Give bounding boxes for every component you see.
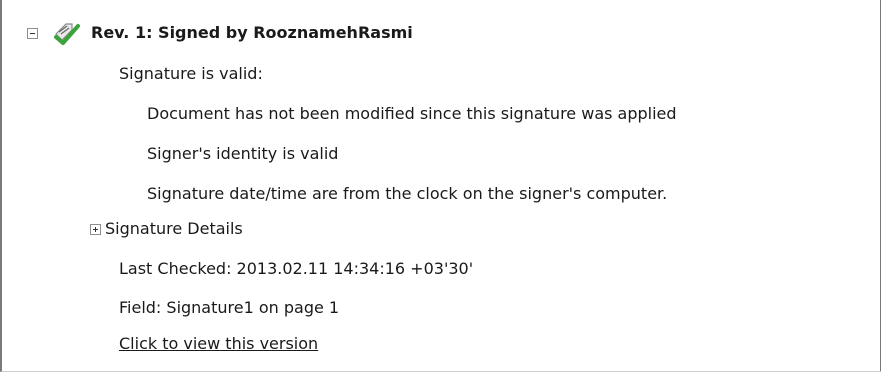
status-detail-identity: Signer's identity is valid (147, 144, 339, 163)
last-checked-text: Last Checked: 2013.02.11 14:34:16 +03'30… (119, 259, 474, 278)
signature-panel: Rev. 1: Signed by RooznamehRasmi Signatu… (0, 0, 881, 372)
view-version-link[interactable]: Click to view this version (119, 334, 318, 354)
status-detail-modified: Document has not been modified since thi… (147, 104, 677, 123)
revision-title[interactable]: Rev. 1: Signed by RooznamehRasmi (91, 23, 413, 43)
signature-status-heading: Signature is valid: (119, 64, 263, 83)
signature-details-label[interactable]: Signature Details (105, 219, 243, 239)
signature-valid-icon (54, 23, 80, 45)
expand-icon[interactable] (90, 224, 101, 235)
field-info-text: Field: Signature1 on page 1 (119, 298, 340, 317)
status-detail-datetime: Signature date/time are from the clock o… (147, 184, 668, 203)
collapse-icon[interactable] (27, 28, 38, 39)
